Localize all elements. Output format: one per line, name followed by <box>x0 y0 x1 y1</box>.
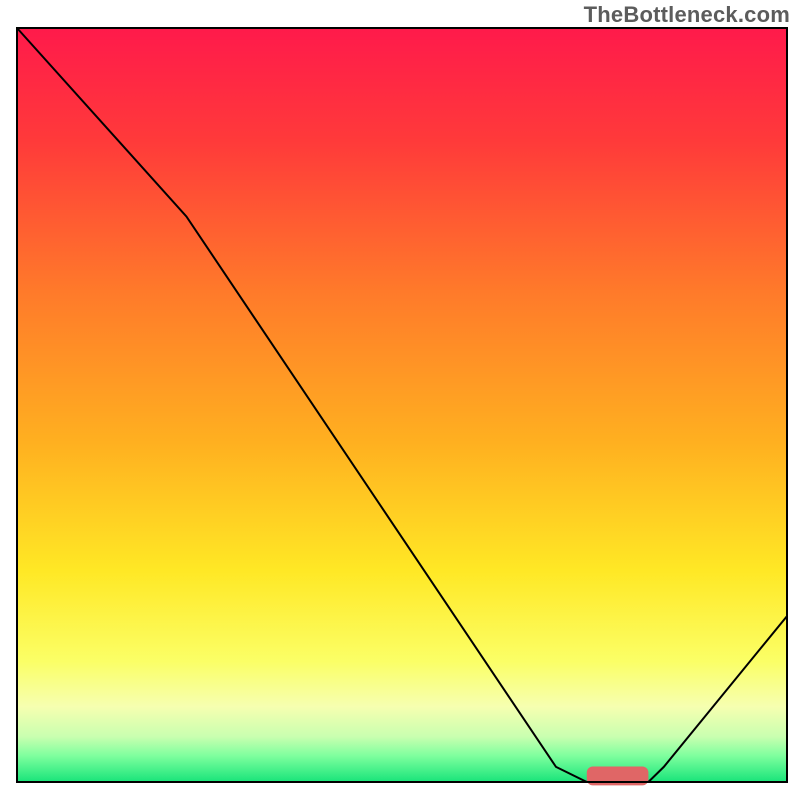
chart-container: TheBottleneck.com <box>0 0 800 800</box>
chart-svg <box>0 0 800 800</box>
plot-background <box>17 28 787 782</box>
